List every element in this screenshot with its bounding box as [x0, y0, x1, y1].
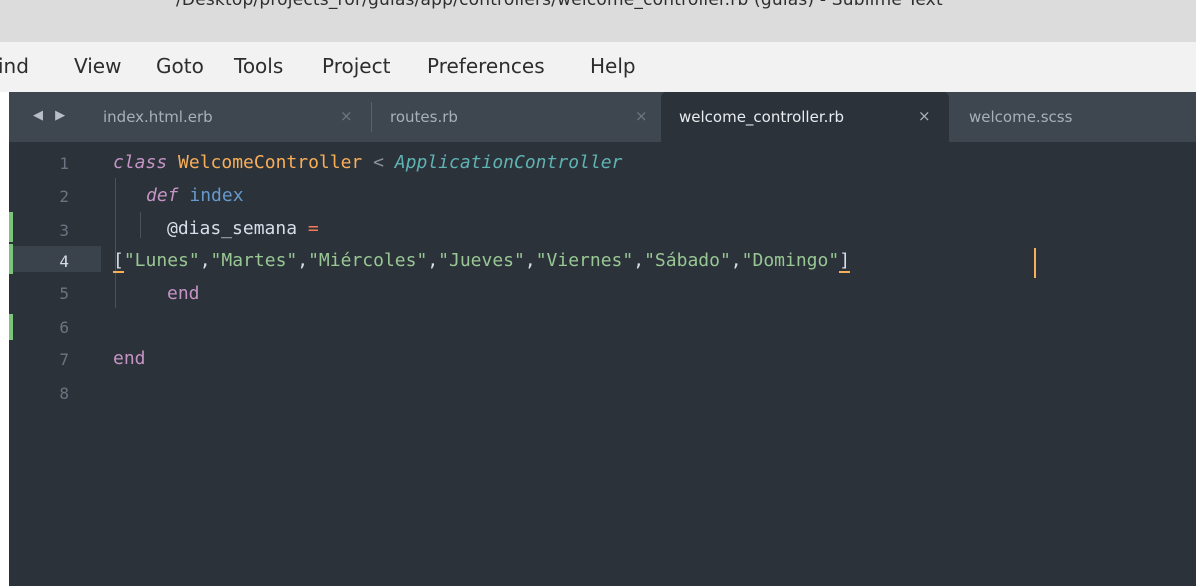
superclass-name: ApplicationController	[394, 152, 623, 173]
string-literal: "Sábado"	[644, 250, 731, 271]
assign-operator: =	[307, 218, 319, 239]
string-literal: "Lunes"	[123, 250, 200, 271]
tab-welcome-scss[interactable]: welcome.scss	[953, 92, 1196, 142]
comma: ,	[524, 250, 536, 271]
tab-index-html-erb[interactable]: index.html.erb ×	[89, 92, 369, 142]
code-line-5: end	[167, 281, 200, 307]
window-title: /Desktop/projects_ror/guias/app/controll…	[176, 0, 943, 10]
menu-find[interactable]: ind	[0, 54, 29, 78]
menu-preferences[interactable]: Preferences	[427, 54, 545, 78]
close-bracket: ]	[839, 250, 851, 273]
string-literal: "Jueves"	[438, 250, 525, 271]
keyword-def: def	[146, 185, 179, 206]
inherit-operator: <	[373, 152, 384, 173]
line-number: 7	[59, 350, 69, 369]
close-icon[interactable]: ×	[340, 107, 353, 125]
menu-goto[interactable]: Goto	[156, 54, 204, 78]
comma: ,	[633, 250, 645, 271]
code-line-4: ["Lunes","Martes","Miércoles","Jueves","…	[113, 248, 851, 274]
menu-tools[interactable]: Tools	[234, 54, 283, 78]
menu-project[interactable]: Project	[322, 54, 390, 78]
code-line-3: @dias_semana =	[167, 216, 319, 242]
open-bracket: [	[113, 250, 124, 273]
code-line-2: def index	[146, 183, 244, 209]
instance-variable: @dias_semana	[167, 218, 298, 239]
line-number: 8	[59, 384, 69, 403]
line-number: 2	[59, 187, 69, 206]
comma: ,	[199, 250, 211, 271]
close-icon[interactable]: ×	[635, 107, 648, 125]
menu-bar: ind View Goto Tools Project Preferences …	[0, 42, 1196, 93]
window-titlebar: /Desktop/projects_ror/guias/app/controll…	[0, 0, 1196, 42]
text-caret	[1034, 248, 1036, 278]
window-left-edge	[0, 92, 9, 586]
modified-line-mark	[9, 314, 13, 340]
tab-welcome-controller-rb[interactable]: welcome_controller.rb ×	[661, 92, 949, 142]
modified-line-mark	[9, 244, 13, 274]
string-literal: "Domingo"	[741, 250, 840, 271]
line-number: 4	[59, 252, 69, 271]
comma: ,	[297, 250, 309, 271]
string-literal: "Viernes"	[535, 250, 634, 271]
tab-label: index.html.erb	[103, 108, 213, 126]
tab-bar: ◀ ▶ index.html.erb × routes.rb × welcome…	[9, 92, 1196, 142]
comma: ,	[427, 250, 439, 271]
line-number: 3	[59, 221, 69, 240]
line-number: 1	[59, 154, 69, 173]
tab-label: welcome.scss	[969, 108, 1073, 126]
code-editor[interactable]: 1 2 3 4 5 6 7 8 class WelcomeController …	[9, 142, 1196, 586]
menu-help[interactable]: Help	[590, 54, 636, 78]
keyword-end: end	[113, 348, 146, 369]
code-line-7: end	[113, 346, 146, 372]
code-line-1: class WelcomeController < ApplicationCon…	[113, 150, 622, 176]
menu-view[interactable]: View	[74, 54, 121, 78]
string-literal: "Miércoles"	[308, 250, 428, 271]
tab-routes-rb[interactable]: routes.rb ×	[373, 92, 657, 142]
line-number: 6	[59, 318, 69, 337]
indent-guide	[115, 178, 116, 308]
close-icon[interactable]: ×	[918, 107, 931, 125]
method-name: index	[189, 185, 244, 206]
keyword-end: end	[167, 283, 200, 304]
tab-label: welcome_controller.rb	[679, 108, 845, 126]
tab-separator	[371, 102, 372, 132]
tab-nav-arrows-icon[interactable]: ◀ ▶	[33, 108, 69, 123]
line-number: 5	[59, 284, 69, 303]
modified-line-mark	[9, 212, 13, 242]
comma: ,	[730, 250, 742, 271]
indent-guide	[140, 212, 141, 238]
tab-label: routes.rb	[390, 108, 458, 126]
class-name: WelcomeController	[178, 152, 363, 173]
string-literal: "Martes"	[210, 250, 298, 271]
keyword-class: class	[113, 152, 168, 173]
